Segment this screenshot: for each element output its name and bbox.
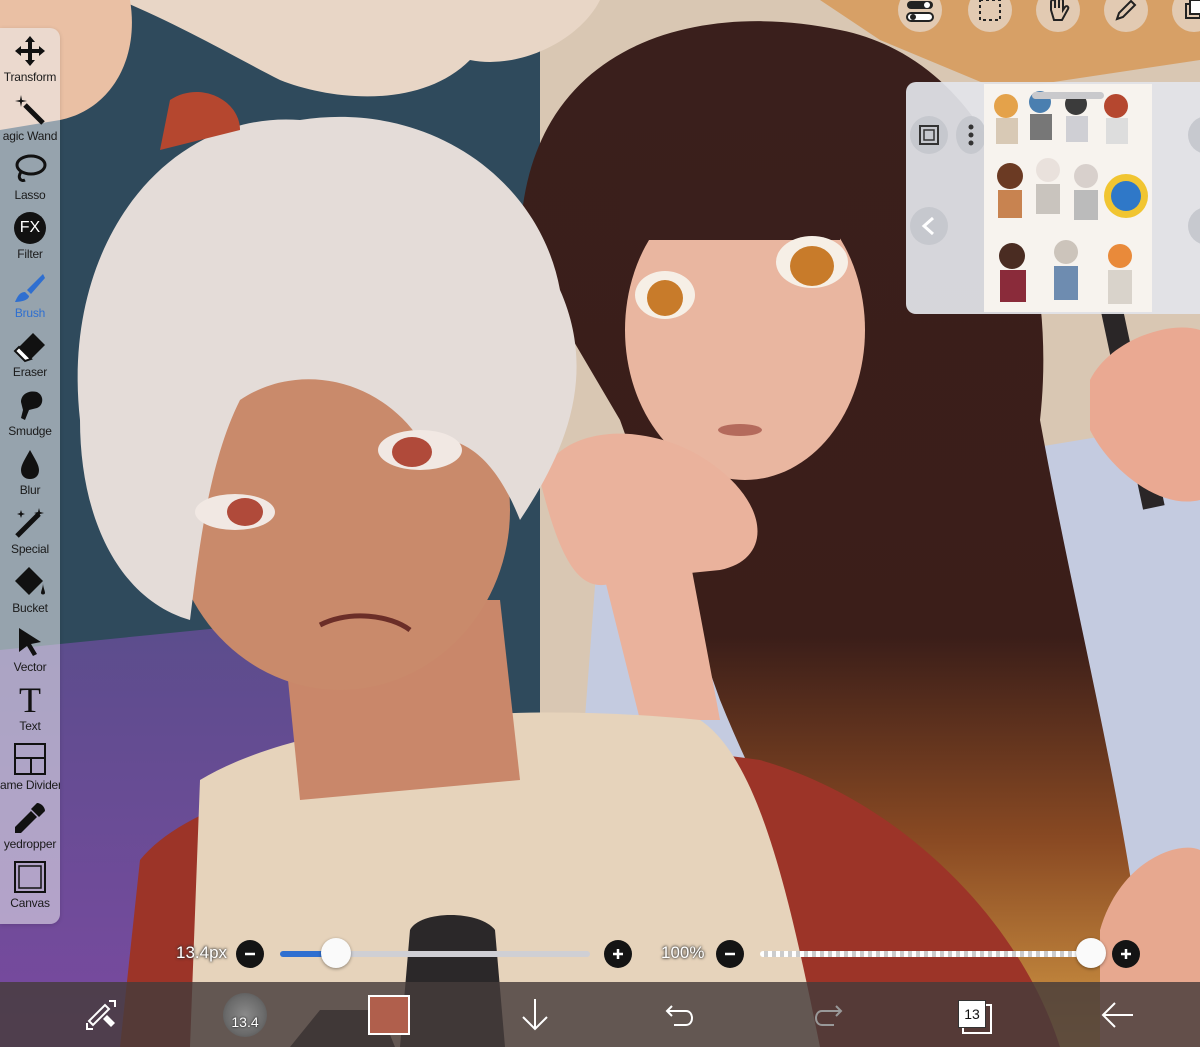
reference-image: [984, 84, 1152, 312]
brush-size-badge: 13.4: [231, 1013, 259, 1030]
special-icon: [10, 504, 50, 542]
text-glyph: T: [19, 680, 41, 720]
reference-chibi-sheet-image: [984, 84, 1152, 312]
tool-label: ame Divider: [0, 778, 60, 792]
tool-smudge[interactable]: Smudge: [0, 386, 60, 445]
quick-menu-button[interactable]: [74, 982, 128, 1047]
brush-size-label: 13.4px: [176, 943, 228, 962]
ref-fit-button[interactable]: [910, 116, 948, 154]
tool-blur[interactable]: Blur: [0, 445, 60, 504]
smudge-icon: [10, 386, 50, 424]
fx-glyph: FX: [14, 212, 46, 244]
tool-label: Blur: [19, 483, 41, 497]
tool-special[interactable]: Special: [0, 504, 60, 563]
brush-picker-button[interactable]: 13.4: [220, 982, 270, 1047]
tool-lasso[interactable]: Lasso: [0, 150, 60, 209]
undo-icon: [665, 1004, 693, 1026]
brush-size-increase-button[interactable]: [604, 940, 632, 968]
brush-icon: [10, 268, 50, 306]
magic-wand-icon: [10, 91, 50, 129]
minus-icon: [725, 952, 735, 956]
move-arrows-icon: [10, 32, 50, 70]
vertical-dots-icon: [968, 124, 974, 146]
tool-label: Bucket: [12, 601, 48, 615]
chevron-left-icon: [921, 216, 934, 236]
opacity-label: 100%: [661, 943, 705, 962]
dashed-selection-icon: [979, 0, 1001, 21]
arrow-down-icon: [522, 998, 548, 1030]
tool-label: Transform: [3, 70, 57, 84]
tool-label: Smudge: [8, 424, 52, 438]
tool-eraser[interactable]: Eraser: [0, 327, 60, 386]
download-save-button[interactable]: [512, 982, 558, 1047]
swap-brush-eraser-icon: [86, 999, 116, 1030]
arrow-left-icon: [1101, 1001, 1133, 1028]
reference-window[interactable]: [906, 82, 1200, 314]
tool-label: agic Wand: [2, 129, 58, 143]
eraser-icon: [10, 327, 50, 365]
tool-eyedropper[interactable]: yedropper: [0, 799, 60, 858]
redo-button[interactable]: [804, 982, 850, 1047]
opacity-slider-thumb[interactable]: [1076, 938, 1106, 968]
tool-label: Brush: [14, 306, 46, 320]
tool-label: Eraser: [12, 365, 48, 379]
bucket-icon: [10, 563, 50, 601]
bottom-toolbar: 13.4 13: [0, 982, 1200, 1047]
tool-sidebar: Transform agic Wand Lasso FX Filter Brus…: [0, 28, 60, 924]
redo-icon: [815, 1004, 843, 1026]
tool-label: yedropper: [3, 837, 57, 851]
tool-label: Text: [19, 719, 41, 733]
tool-transform[interactable]: Transform: [0, 32, 60, 91]
opacity-track[interactable]: [760, 951, 1105, 957]
layer-count: 13: [958, 999, 986, 1028]
lasso-icon: [10, 150, 50, 188]
tool-label: Special: [11, 542, 49, 556]
stack-icon: [1185, 0, 1200, 19]
tool-frame-divider[interactable]: ame Divider: [0, 740, 60, 799]
minus-icon: [245, 952, 255, 956]
pen-icon: [1115, 0, 1137, 21]
tool-label: Canvas: [10, 896, 50, 910]
text-icon: T: [10, 681, 50, 719]
tool-magic-wand[interactable]: agic Wand: [0, 91, 60, 150]
tool-label: Lasso: [14, 188, 46, 202]
brush-preview-icon: 13.4: [223, 992, 267, 1037]
frame-divider-icon: [10, 740, 50, 778]
tool-label: Filter: [17, 247, 43, 261]
tool-text[interactable]: T Text: [0, 681, 60, 740]
vector-arrow-icon: [10, 622, 50, 660]
eyedropper-icon: [10, 799, 50, 837]
ref-drag-handle[interactable]: [1032, 92, 1104, 99]
square-frame-icon: [919, 125, 939, 145]
layers-button[interactable]: 13: [950, 982, 996, 1047]
tool-vector[interactable]: Vector: [0, 622, 60, 681]
hand-icon: [1050, 0, 1070, 21]
brush-size-slider-thumb[interactable]: [320, 938, 351, 968]
tool-filter[interactable]: FX Filter: [0, 209, 60, 268]
tool-label: Vector: [13, 660, 47, 674]
toggle-icon: [906, 1, 934, 22]
plus-icon: [613, 949, 623, 959]
plus-icon: [1121, 949, 1131, 959]
brush-size-decrease-button[interactable]: [236, 940, 264, 968]
tool-bucket[interactable]: Bucket: [0, 563, 60, 622]
blur-drop-icon: [10, 445, 50, 483]
ref-next-button[interactable]: [1188, 207, 1200, 245]
back-button[interactable]: [1094, 982, 1140, 1047]
undo-button[interactable]: [658, 982, 704, 1047]
tool-canvas[interactable]: Canvas: [0, 858, 60, 917]
canvas-icon: [10, 858, 50, 896]
ref-more-button[interactable]: [956, 116, 986, 154]
current-color-swatch: [368, 994, 410, 1035]
opacity-decrease-button[interactable]: [716, 940, 744, 968]
fx-icon: FX: [10, 209, 50, 247]
ref-close-button[interactable]: [1188, 116, 1200, 154]
opacity-increase-button[interactable]: [1112, 940, 1140, 968]
color-picker-button[interactable]: [366, 982, 412, 1047]
tool-brush[interactable]: Brush: [0, 268, 60, 327]
layers-icon: 13: [956, 998, 992, 1034]
ref-previous-button[interactable]: [910, 207, 948, 245]
